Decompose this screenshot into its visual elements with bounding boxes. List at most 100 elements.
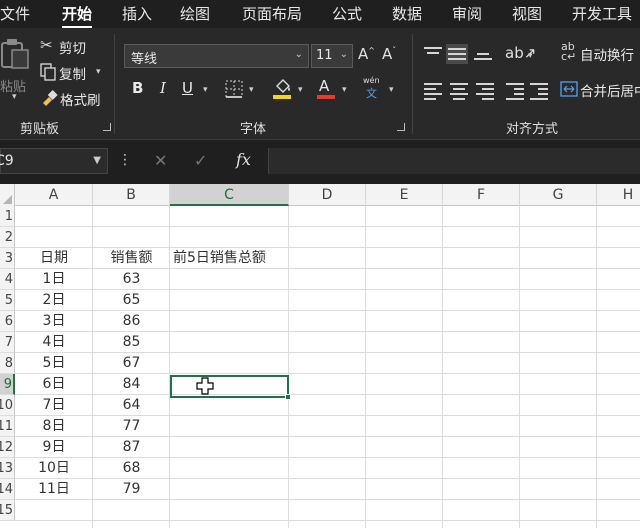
column-header-h[interactable]: H xyxy=(597,184,640,206)
row-header-5[interactable]: 5 xyxy=(0,290,15,311)
cell-a4[interactable]: 1日 xyxy=(15,269,93,290)
align-left-icon[interactable] xyxy=(424,80,442,103)
paste-button[interactable]: 粘贴 ▾ xyxy=(0,34,32,104)
paste-dropdown-icon[interactable]: ▾ xyxy=(12,92,17,102)
row-header-4[interactable]: 4 xyxy=(0,269,15,290)
row-header-15[interactable]: 15 xyxy=(0,500,15,521)
insert-function-button[interactable]: fx xyxy=(236,150,251,169)
row-header-9[interactable]: 9 xyxy=(0,374,15,395)
row-header-6[interactable]: 6 xyxy=(0,311,15,332)
cell-a11[interactable]: 8日 xyxy=(15,416,93,437)
more-options-icon[interactable]: ⋮ xyxy=(118,152,132,168)
cell-b7[interactable]: 85 xyxy=(93,332,170,353)
fill-color-button[interactable] xyxy=(272,78,294,102)
tab-5[interactable]: 公式 xyxy=(332,3,362,24)
row-header-12[interactable]: 12 xyxy=(0,437,15,458)
cell-b13[interactable]: 68 xyxy=(93,458,170,479)
column-header-b[interactable]: B xyxy=(93,184,170,206)
middle-align-icon[interactable] xyxy=(446,44,468,64)
row-header-3[interactable]: 3 xyxy=(0,248,15,269)
wrap-text-button[interactable]: ab c↵ 自动换行 xyxy=(560,41,640,66)
formula-input[interactable] xyxy=(268,148,640,174)
tab-8[interactable]: 视图 xyxy=(512,3,542,24)
tab-4[interactable]: 页面布局 xyxy=(242,3,302,24)
orientation-dropdown-icon[interactable]: ▾ xyxy=(528,51,533,61)
cell-a10[interactable]: 7日 xyxy=(15,395,93,416)
cell-a14[interactable]: 11日 xyxy=(15,479,93,500)
row-header-10[interactable]: 10 xyxy=(0,395,15,416)
tab-1[interactable]: 开始 xyxy=(62,3,93,29)
cell-a6[interactable]: 3日 xyxy=(15,311,93,332)
tab-9[interactable]: 开发工具 xyxy=(572,3,632,24)
bold-button[interactable]: B xyxy=(132,79,143,97)
cell-a9[interactable]: 6日 xyxy=(15,374,93,395)
cancel-icon[interactable]: ✕ xyxy=(154,151,167,170)
font-dialog-launcher[interactable] xyxy=(397,123,405,131)
italic-button[interactable]: I xyxy=(160,79,166,97)
column-header-g[interactable]: G xyxy=(520,184,597,206)
cell-c3[interactable]: 前5日销售总额 xyxy=(170,248,289,269)
fill-handle[interactable] xyxy=(285,394,291,400)
cell-b4[interactable]: 63 xyxy=(93,269,170,290)
tab-3[interactable]: 绘图 xyxy=(180,3,210,24)
cell-b8[interactable]: 67 xyxy=(93,353,170,374)
row-header-7[interactable]: 7 xyxy=(0,332,15,353)
cell-b14[interactable]: 79 xyxy=(93,479,170,500)
row-header-2[interactable]: 2 xyxy=(0,227,15,248)
cut-button[interactable]: ✂ 剪切 xyxy=(40,36,100,58)
phonetic-guide-button[interactable]: wén 文 xyxy=(362,76,384,102)
column-header-e[interactable]: E xyxy=(366,184,443,206)
font-color-button[interactable]: A xyxy=(316,77,338,102)
cell-b11[interactable]: 77 xyxy=(93,416,170,437)
check-icon[interactable]: ✓ xyxy=(194,151,207,170)
copy-dropdown-icon[interactable]: ▾ xyxy=(96,67,101,77)
cell-b10[interactable]: 64 xyxy=(93,395,170,416)
column-header-c[interactable]: C xyxy=(170,184,289,206)
tab-2[interactable]: 插入 xyxy=(122,3,152,24)
increase-indent-icon[interactable] xyxy=(530,80,548,103)
cell-a5[interactable]: 2日 xyxy=(15,290,93,311)
tab-0[interactable]: 文件 xyxy=(0,3,30,24)
tab-7[interactable]: 审阅 xyxy=(452,3,482,24)
cell-a12[interactable]: 9日 xyxy=(15,437,93,458)
cell-a7[interactable]: 4日 xyxy=(15,332,93,353)
row-header-1[interactable]: 1 xyxy=(0,206,15,227)
increase-font-size-button[interactable]: A^ xyxy=(358,47,375,62)
phonetic-dropdown-icon[interactable]: ▾ xyxy=(389,85,394,95)
decrease-font-size-button[interactable]: Aˇ xyxy=(382,47,396,62)
cell-a3[interactable]: 日期 xyxy=(15,248,93,269)
row-header-14[interactable]: 14 xyxy=(0,479,15,500)
cell-b3[interactable]: 销售额 xyxy=(93,248,170,269)
column-header-a[interactable]: A xyxy=(15,184,93,206)
select-all-button[interactable] xyxy=(0,184,15,206)
font-color-dropdown-icon[interactable]: ▾ xyxy=(342,85,347,95)
clipboard-dialog-launcher[interactable] xyxy=(103,123,111,131)
name-box[interactable]: C9 ▼ xyxy=(0,148,108,174)
cell-b12[interactable]: 87 xyxy=(93,437,170,458)
row-header-13[interactable]: 13 xyxy=(0,458,15,479)
borders-dropdown-icon[interactable]: ▾ xyxy=(249,85,254,95)
align-center-icon[interactable] xyxy=(450,80,468,103)
row-header-8[interactable]: 8 xyxy=(0,353,15,374)
column-header-f[interactable]: F xyxy=(443,184,520,206)
cell-b5[interactable]: 65 xyxy=(93,290,170,311)
bottom-align-icon[interactable] xyxy=(474,50,492,63)
cell-b6[interactable]: 86 xyxy=(93,311,170,332)
fill-color-dropdown-icon[interactable]: ▾ xyxy=(298,85,303,95)
decrease-indent-icon[interactable] xyxy=(506,80,524,103)
copy-button[interactable]: 复制 ▾ xyxy=(40,62,104,84)
row-header-11[interactable]: 11 xyxy=(0,416,15,437)
tab-6[interactable]: 数据 xyxy=(392,3,422,24)
format-painter-button[interactable]: 格式刷 xyxy=(40,88,106,110)
borders-icon[interactable] xyxy=(224,79,246,99)
cell-a13[interactable]: 10日 xyxy=(15,458,93,479)
cell-b9[interactable]: 84 xyxy=(93,374,170,395)
underline-dropdown-icon[interactable]: ▾ xyxy=(203,85,208,95)
selected-cell-border[interactable] xyxy=(170,375,289,398)
font-name-select[interactable]: 等线 ⌄ xyxy=(124,44,309,68)
underline-button[interactable]: U xyxy=(182,79,193,97)
column-header-d[interactable]: D xyxy=(289,184,366,206)
merge-center-button[interactable]: 合并后居中 xyxy=(560,78,640,102)
align-right-icon[interactable] xyxy=(476,80,494,103)
cell-a8[interactable]: 5日 xyxy=(15,353,93,374)
